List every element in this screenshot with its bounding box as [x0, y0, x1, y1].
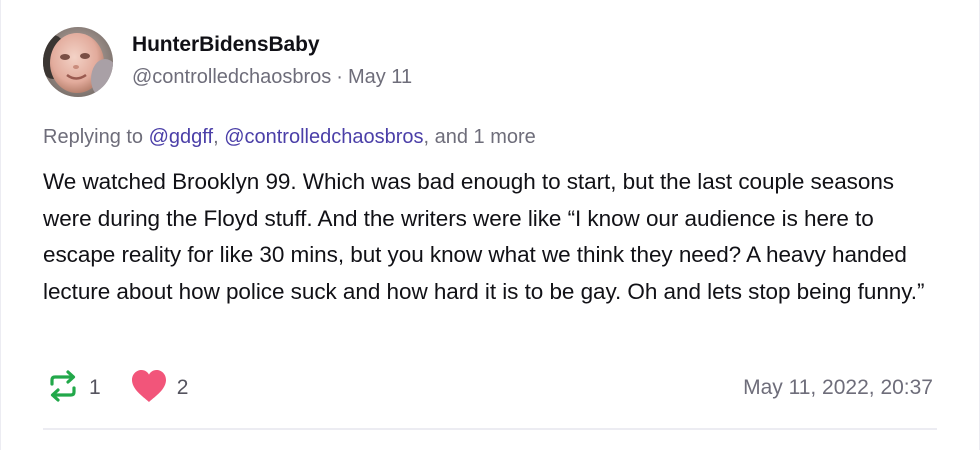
like-button[interactable]: 2	[129, 367, 189, 410]
mention-link-controlledchaosbros[interactable]: @controlledchaosbros	[224, 126, 423, 148]
mention-link-gdgff[interactable]: @gdgff	[149, 126, 213, 148]
like-count: 2	[176, 376, 189, 399]
divider	[43, 428, 937, 430]
avatar[interactable]	[43, 27, 113, 97]
reply-prefix: Replying to	[43, 126, 144, 148]
post-card: HunterBidensBaby @controlledchaosbros · Ma…	[0, 0, 980, 450]
repost-count: 1	[89, 376, 101, 399]
author-meta: @controlledchaosbros · May 11	[132, 66, 412, 89]
author-display-name[interactable]: HunterBidensBaby	[132, 33, 320, 57]
post-actions: 1 2	[45, 366, 188, 410]
post-date[interactable]: May 11	[348, 66, 412, 88]
reply-separator: ,	[213, 126, 219, 148]
heart-icon	[129, 367, 169, 410]
meta-separator: ·	[336, 66, 343, 88]
reply-context: Replying to @gdgff, @controlledchaosbros…	[43, 126, 536, 149]
post-body-text: We watched Brooklyn 99. Which was bad en…	[43, 169, 925, 304]
repost-button[interactable]: 1	[45, 368, 101, 409]
avatar-image	[43, 27, 113, 97]
post-timestamp[interactable]: May 11, 2022, 20:37	[743, 376, 933, 400]
repost-icon	[45, 368, 81, 409]
reply-suffix: , and 1 more	[423, 126, 536, 148]
author-handle[interactable]: @controlledchaosbros	[132, 66, 331, 88]
